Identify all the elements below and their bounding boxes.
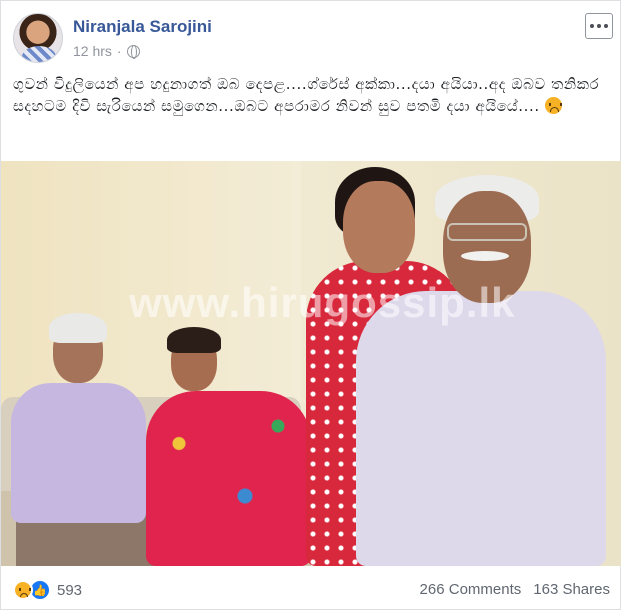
post-footer: 👍 593 266 Comments 163 Shares [13,577,610,603]
standing-woman-head [343,181,415,273]
post-photo[interactable]: www.hirugossip.lk [1,161,621,566]
avatar-figure [22,46,56,62]
standing-man-glasses [447,223,527,241]
shares-count-link[interactable]: 163 Shares [533,581,610,598]
more-options-icon [604,24,608,28]
seated-man-hair [49,313,107,343]
more-options-icon [597,24,601,28]
engagement-counts: 266 Comments 163 Shares [420,581,610,598]
reaction-count: 593 [57,581,83,599]
seated-woman-saree [146,391,311,566]
more-options-button[interactable] [585,13,613,39]
standing-man-shirt [356,291,606,566]
post-header: Niranjala Sarojini 12 hrs · [13,13,613,65]
meta-separator: · [116,43,122,59]
seated-woman-hair [167,327,221,353]
author-avatar[interactable] [13,13,63,63]
photo-watermark: www.hirugossip.lk [129,279,516,326]
post-body-text: ගුවන් විදුලියෙන් අප හදුනාගත් ඔබ දෙපළ....… [13,75,600,115]
standing-man-mustache [461,251,509,261]
author-name[interactable]: Niranjala Sarojini [73,17,212,37]
post-timestamp[interactable]: 12 hrs [73,43,112,59]
seated-man-shirt [11,383,146,523]
reactions-summary[interactable]: 👍 593 [13,579,82,601]
post-meta: 12 hrs · [73,43,140,59]
facebook-post: Niranjala Sarojini 12 hrs · ගුවන් විදුලි… [0,0,621,610]
more-options-icon [590,24,594,28]
sad-face-emoji-icon [545,97,563,114]
globe-icon [126,44,140,59]
sad-reaction-icon [13,580,33,600]
post-text: ගුවන් විදුලියෙන් අප හදුනාගත් ඔබ දෙපළ....… [13,73,603,117]
comments-count-link[interactable]: 266 Comments [420,581,522,598]
